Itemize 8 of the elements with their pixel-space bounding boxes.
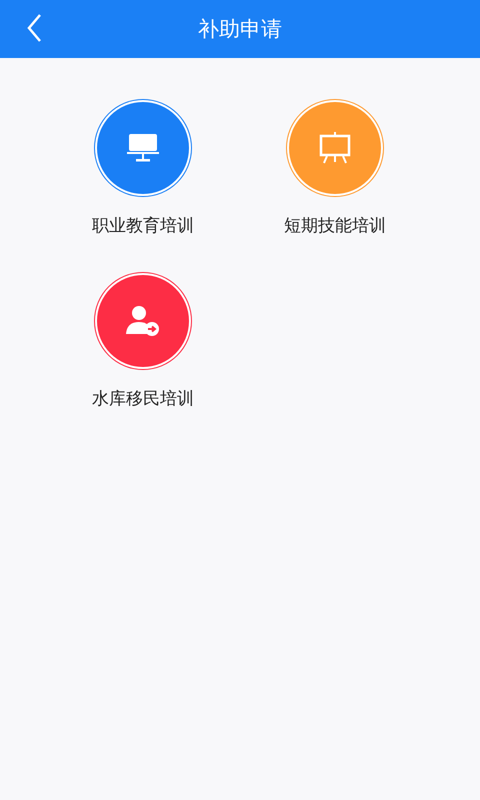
back-icon[interactable] — [26, 13, 42, 43]
category-label: 短期技能培训 — [284, 215, 386, 237]
category-button[interactable] — [97, 102, 189, 194]
page-title: 补助申请 — [198, 16, 282, 43]
category-label: 职业教育培训 — [92, 215, 194, 237]
category-button[interactable] — [289, 102, 381, 194]
category-label: 水库移民培训 — [92, 388, 194, 410]
category-button[interactable] — [97, 275, 189, 367]
